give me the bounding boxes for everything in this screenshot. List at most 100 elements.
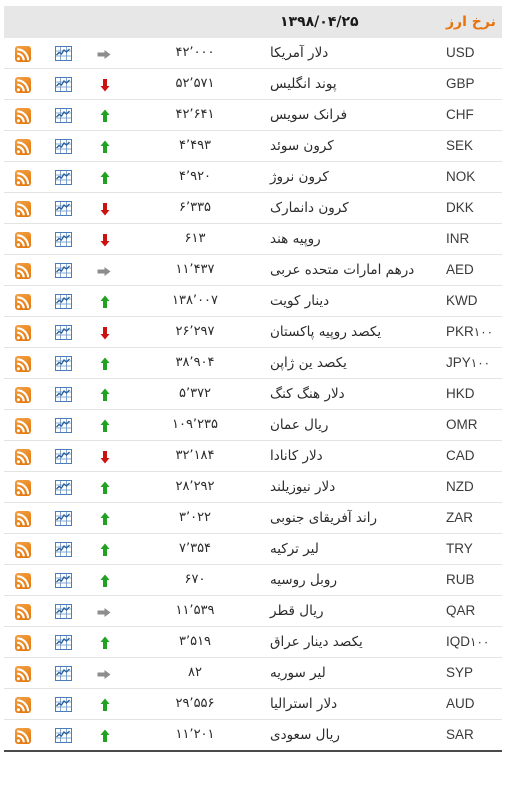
chart-link[interactable] (42, 38, 84, 69)
chart-icon[interactable] (54, 542, 72, 557)
chart-link[interactable] (42, 627, 84, 658)
rss-icon[interactable] (15, 293, 31, 310)
chart-icon[interactable] (54, 728, 72, 743)
chart-link[interactable] (42, 224, 84, 255)
rss-link[interactable] (4, 69, 42, 100)
rss-link[interactable] (4, 162, 42, 193)
table-row[interactable]: INR روپیه هند ۶۱۳ (4, 223, 502, 255)
chart-icon[interactable] (54, 356, 72, 371)
rss-link[interactable] (4, 100, 42, 131)
table-row[interactable]: NZD دلار نیوزیلند ۲۸٬۲۹۲ (4, 471, 502, 503)
chart-link[interactable] (42, 658, 84, 689)
rss-link[interactable] (4, 286, 42, 317)
table-row[interactable]: NOK کرون نروژ ۴٬۹۲۰ (4, 161, 502, 193)
chart-link[interactable] (42, 379, 84, 410)
table-row[interactable]: QAR ریال قطر ۱۱٬۵۳۹ (4, 595, 502, 627)
rss-icon[interactable] (15, 510, 31, 527)
chart-link[interactable] (42, 720, 84, 752)
chart-icon[interactable] (54, 46, 72, 61)
chart-icon[interactable] (54, 77, 72, 92)
rss-icon[interactable] (15, 634, 31, 651)
chart-icon[interactable] (54, 232, 72, 247)
rss-link[interactable] (4, 348, 42, 379)
rss-icon[interactable] (15, 76, 31, 93)
chart-link[interactable] (42, 100, 84, 131)
rss-link[interactable] (4, 379, 42, 410)
chart-link[interactable] (42, 162, 84, 193)
chart-icon[interactable] (54, 480, 72, 495)
table-row[interactable]: DKK کرون دانمارک ۶٬۳۳۵ (4, 192, 502, 224)
rss-link[interactable] (4, 255, 42, 286)
table-row[interactable]: IQD۱۰۰ یکصد دینار عراق ۳٬۵۱۹ (4, 626, 502, 658)
chart-icon[interactable] (54, 666, 72, 681)
rss-link[interactable] (4, 596, 42, 627)
rss-link[interactable] (4, 720, 42, 752)
rss-icon[interactable] (15, 169, 31, 186)
chart-link[interactable] (42, 193, 84, 224)
chart-icon[interactable] (54, 294, 72, 309)
chart-icon[interactable] (54, 325, 72, 340)
rss-icon[interactable] (15, 262, 31, 279)
rss-icon[interactable] (15, 572, 31, 589)
rss-icon[interactable] (15, 107, 31, 124)
rss-link[interactable] (4, 441, 42, 472)
rss-icon[interactable] (15, 479, 31, 496)
table-row[interactable]: GBP پوند انگلیس ۵۲٬۵۷۱ (4, 68, 502, 100)
table-row[interactable]: RUB روبل روسیه ۶۷۰ (4, 564, 502, 596)
chart-link[interactable] (42, 534, 84, 565)
chart-link[interactable] (42, 596, 84, 627)
rss-link[interactable] (4, 38, 42, 69)
rss-icon[interactable] (15, 231, 31, 248)
table-row[interactable]: SAR ریال سعودی ۱۱٬۲۰۱ (4, 719, 502, 752)
chart-icon[interactable] (54, 573, 72, 588)
chart-icon[interactable] (54, 139, 72, 154)
chart-icon[interactable] (54, 635, 72, 650)
table-row[interactable]: AED درهم امارات متحده عربی ۱۱٬۴۳۷ (4, 254, 502, 286)
table-row[interactable]: AUD دلار استرالیا ۲۹٬۵۵۶ (4, 688, 502, 720)
chart-link[interactable] (42, 317, 84, 348)
rss-icon[interactable] (15, 324, 31, 341)
rss-link[interactable] (4, 410, 42, 441)
chart-icon[interactable] (54, 387, 72, 402)
table-row[interactable]: JPY۱۰۰ یکصد ین ژاپن ۳۸٬۹۰۴ (4, 347, 502, 379)
table-row[interactable]: TRY لیر ترکیه ۷٬۳۵۴ (4, 533, 502, 565)
rss-icon[interactable] (15, 386, 31, 403)
chart-icon[interactable] (54, 201, 72, 216)
rss-icon[interactable] (15, 665, 31, 682)
chart-icon[interactable] (54, 511, 72, 526)
rss-icon[interactable] (15, 355, 31, 372)
chart-icon[interactable] (54, 449, 72, 464)
rss-icon[interactable] (15, 138, 31, 155)
rss-icon[interactable] (15, 417, 31, 434)
table-row[interactable]: USD دلار آمریکا ۴۲٬۰۰۰ (4, 38, 502, 69)
chart-icon[interactable] (54, 108, 72, 123)
chart-link[interactable] (42, 286, 84, 317)
rss-icon[interactable] (15, 541, 31, 558)
chart-icon[interactable] (54, 263, 72, 278)
rss-icon[interactable] (15, 727, 31, 744)
rss-link[interactable] (4, 565, 42, 596)
table-row[interactable]: CAD دلار کانادا ۳۲٬۱۸۴ (4, 440, 502, 472)
chart-link[interactable] (42, 410, 84, 441)
table-row[interactable]: OMR ریال عمان ۱۰۹٬۲۳۵ (4, 409, 502, 441)
table-row[interactable]: SEK کرون سوئد ۴٬۴۹۳ (4, 130, 502, 162)
chart-link[interactable] (42, 255, 84, 286)
rss-link[interactable] (4, 503, 42, 534)
table-row[interactable]: HKD دلار هنگ کنگ ۵٬۳۷۲ (4, 378, 502, 410)
rss-link[interactable] (4, 193, 42, 224)
chart-link[interactable] (42, 503, 84, 534)
rss-link[interactable] (4, 472, 42, 503)
rss-icon[interactable] (15, 603, 31, 620)
chart-link[interactable] (42, 689, 84, 720)
table-row[interactable]: ZAR راند آفریقای جنوبی ۳٬۰۲۲ (4, 502, 502, 534)
table-row[interactable]: CHF فرانک سویس ۴۲٬۶۴۱ (4, 99, 502, 131)
chart-link[interactable] (42, 441, 84, 472)
table-row[interactable]: KWD دینار کویت ۱۳۸٬۰۰۷ (4, 285, 502, 317)
chart-icon[interactable] (54, 170, 72, 185)
chart-link[interactable] (42, 131, 84, 162)
rss-link[interactable] (4, 224, 42, 255)
table-row[interactable]: PKR۱۰۰ یکصد روپیه پاکستان ۲۶٬۲۹۷ (4, 316, 502, 348)
chart-icon[interactable] (54, 604, 72, 619)
chart-link[interactable] (42, 565, 84, 596)
rss-icon[interactable] (15, 45, 31, 62)
